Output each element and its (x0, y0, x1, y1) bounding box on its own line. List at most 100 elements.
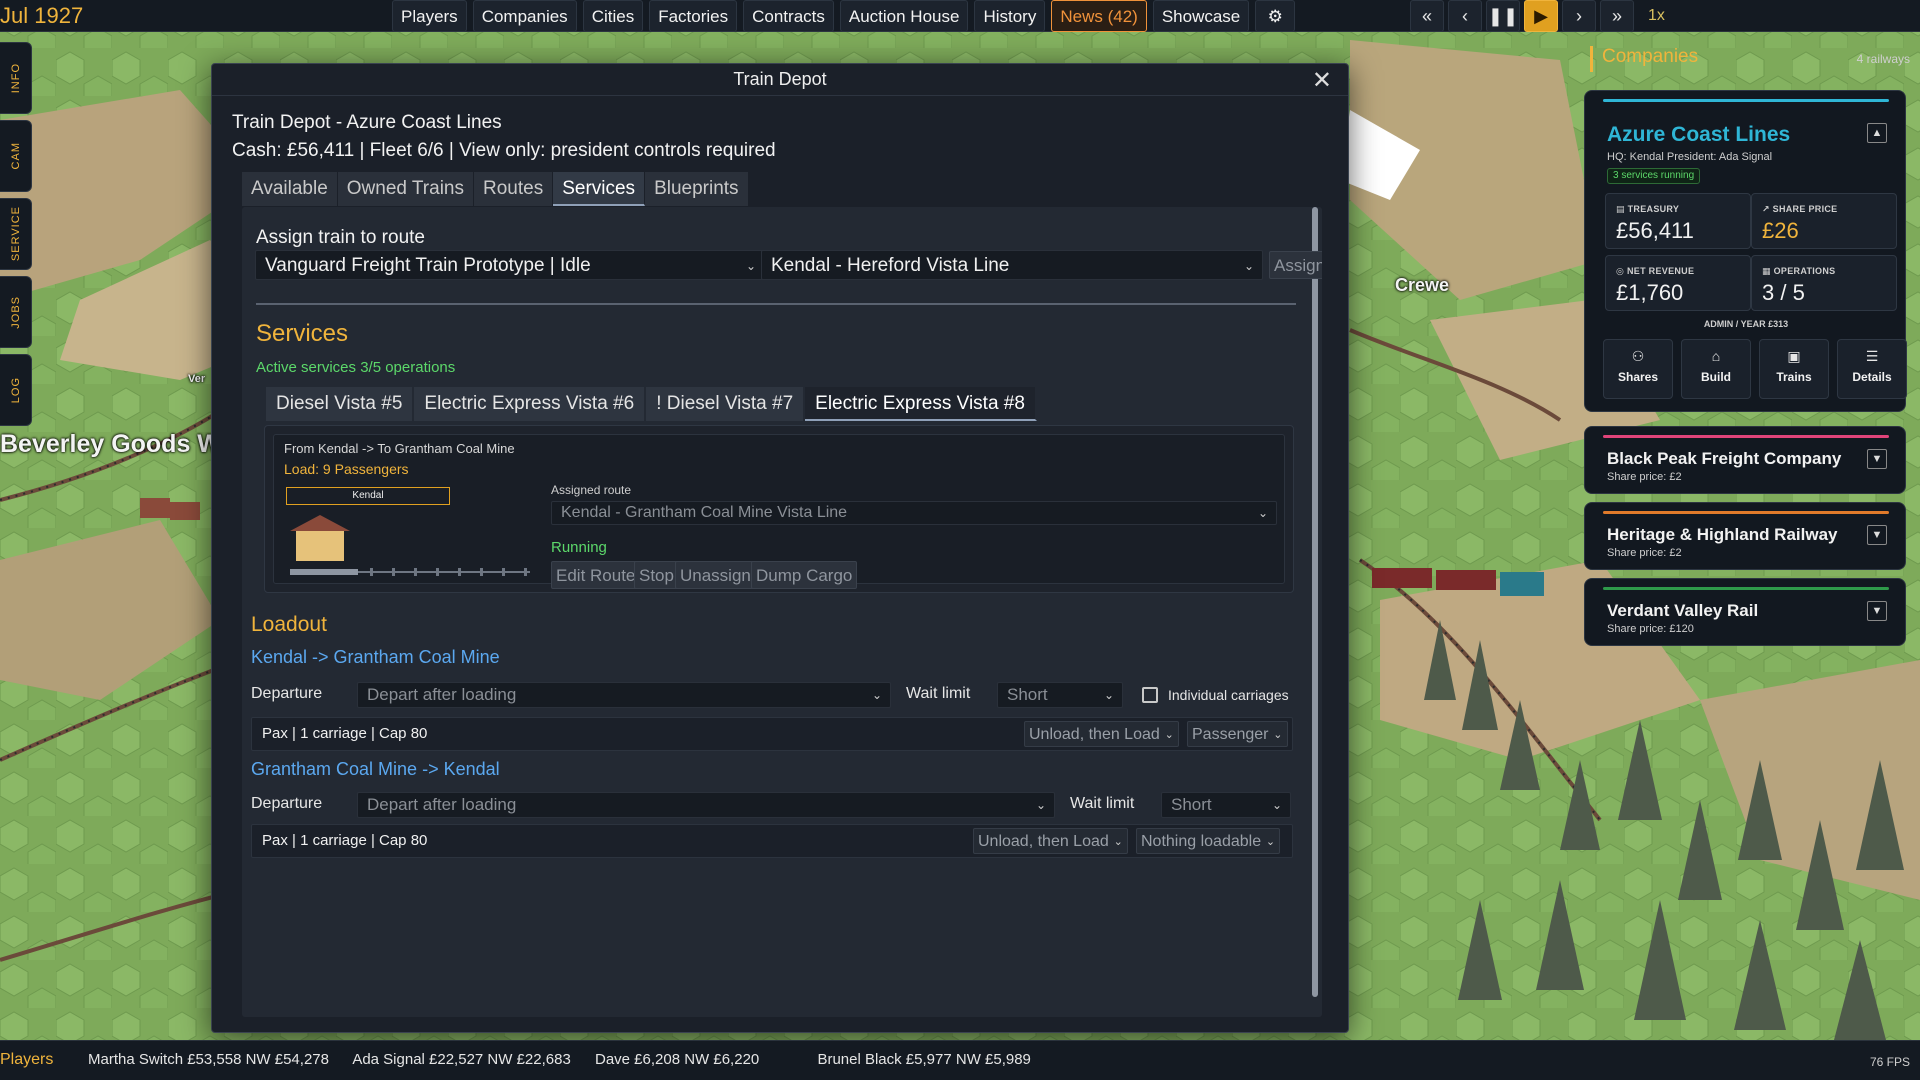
nav-factories-button[interactable]: Factories (649, 0, 738, 32)
tab-blueprints[interactable]: Blueprints (645, 172, 749, 206)
players-label[interactable]: Players (0, 1051, 53, 1069)
train-select[interactable]: Vanguard Freight Train Prototype | Idle … (255, 250, 765, 280)
stat-operations: ▦ OPERATIONS 3 / 5 (1751, 255, 1897, 311)
stat-label: ◎ NET REVENUE (1616, 266, 1695, 276)
map-city-label[interactable]: Ver (188, 373, 205, 385)
nav-history-button[interactable]: History (974, 0, 1046, 32)
side-tab-info[interactable]: INFO (0, 42, 32, 114)
service-tab[interactable]: Electric Express Vista #6 (414, 387, 647, 421)
cargo-type-select[interactable]: Nothing loadable ⌄ (1136, 828, 1281, 854)
side-tab-log[interactable]: LOG (0, 354, 32, 426)
nav-auction-house-button[interactable]: Auction House (839, 0, 969, 32)
load-action-select[interactable]: Unload, then Load ⌄ (973, 828, 1128, 854)
rewind-button[interactable]: ‹ (1448, 0, 1482, 32)
pause-icon: ❚❚ (1487, 5, 1519, 26)
stat-label: ▤ TREASURY (1616, 204, 1680, 214)
edit-route-button[interactable]: Edit Route (551, 561, 641, 589)
company-card[interactable]: Heritage & Highland Railway Share price:… (1584, 502, 1906, 570)
side-tab-jobs[interactable]: JOBS (0, 276, 32, 348)
dump-cargo-button[interactable]: Dump Cargo (751, 561, 858, 589)
side-tab-label: JOBS (9, 295, 22, 329)
window-titlebar[interactable]: Train Depot ✕ (212, 64, 1348, 96)
scrollbar[interactable] (1312, 207, 1318, 997)
train-select-value: Vanguard Freight Train Prototype | Idle (265, 255, 591, 276)
wait-limit-select[interactable]: Short ⌄ (1161, 792, 1291, 818)
depot-header: Train Depot - Azure Coast Lines Cash: £5… (232, 112, 776, 168)
service-tab-active[interactable]: Electric Express Vista #8 (805, 387, 1037, 421)
depot-tabs: Available Owned Trains Routes Services B… (242, 172, 749, 206)
company-card[interactable]: Verdant Valley Rail Share price: £120 ▼ (1584, 578, 1906, 646)
nav-companies-button[interactable]: Companies (472, 0, 577, 32)
chevron-up-icon: ▲ (1871, 127, 1883, 139)
company-name[interactable]: Azure Coast Lines (1607, 123, 1790, 147)
tab-services[interactable]: Services (553, 172, 646, 206)
map-city-label[interactable]: Crewe (1395, 275, 1449, 296)
departure-select[interactable]: Depart after loading ⌄ (357, 682, 891, 708)
map-city-label[interactable]: Beverley Goods Wo (0, 430, 236, 459)
scrollbar-thumb[interactable] (1312, 207, 1318, 997)
nav-contracts-button[interactable]: Contracts (743, 0, 834, 32)
forward-button[interactable]: › (1562, 0, 1596, 32)
pause-button[interactable]: ❚❚ (1486, 0, 1520, 32)
train-depot-window: Train Depot ✕ Train Depot - Azure Coast … (211, 63, 1349, 1033)
unassign-button[interactable]: Unassign (675, 561, 756, 589)
nav-news-button[interactable]: News (42) (1051, 0, 1147, 32)
settings-button[interactable]: ⚙ (1255, 0, 1296, 32)
departure-label: Departure (251, 795, 323, 812)
train-icon: ▣ (1787, 348, 1801, 364)
departure-select[interactable]: Depart after loading ⌄ (357, 792, 1055, 818)
tab-available[interactable]: Available (242, 172, 338, 206)
nav-cities-button[interactable]: Cities (582, 0, 644, 32)
nav-players-button[interactable]: Players (392, 0, 467, 32)
side-tab-label: CAM (9, 142, 22, 170)
expand-button[interactable]: ▼ (1867, 449, 1887, 469)
chevron-down-icon: ⌄ (1103, 688, 1114, 702)
operations-icon: ▦ (1762, 266, 1771, 276)
individual-carriages-checkbox[interactable] (1142, 687, 1158, 703)
player-entry[interactable]: Ada Signal £22,527 NW £22,683 (352, 1051, 571, 1068)
close-button[interactable]: ✕ (1312, 66, 1332, 95)
assign-heading: Assign train to route (256, 227, 425, 248)
company-share-price: Share price: £120 (1607, 623, 1694, 635)
side-tab-service[interactable]: SERVICE (0, 198, 32, 270)
expand-button[interactable]: ▼ (1867, 601, 1887, 621)
load-action-select[interactable]: Unload, then Load ⌄ (1024, 721, 1179, 747)
people-icon: ⚇ (1631, 348, 1645, 364)
player-entry[interactable]: Brunel Black £5,977 NW £5,989 (817, 1051, 1030, 1068)
bottom-bar: Players Martha Switch £53,558 NW £54,278… (0, 1040, 1920, 1080)
assigned-route-select[interactable]: Kendal - Grantham Coal Mine Vista Line ⌄ (551, 501, 1277, 525)
button-label: Shares (1617, 370, 1659, 384)
nav-showcase-button[interactable]: Showcase (1152, 0, 1250, 32)
speed-controls: « ‹ ❚❚ ▶ › » 1x (1410, 0, 1665, 32)
button-label: Details (1852, 370, 1892, 384)
details-button[interactable]: ☰ Details (1837, 339, 1907, 399)
side-tab-cam[interactable]: CAM (0, 120, 32, 192)
player-entry[interactable]: Dave £6,208 NW £6,220 (595, 1051, 759, 1068)
play-button[interactable]: ▶ (1524, 0, 1558, 32)
treasury-icon: ▤ (1616, 204, 1625, 214)
service-tab[interactable]: Diesel Vista #5 (266, 387, 415, 421)
collapse-button[interactable]: ▲ (1867, 123, 1887, 143)
tab-owned-trains[interactable]: Owned Trains (337, 172, 474, 206)
stop-button[interactable]: Stop (634, 561, 679, 589)
cargo-type-select[interactable]: Passenger ⌄ (1187, 721, 1288, 747)
forward-fast-button[interactable]: » (1600, 0, 1634, 32)
build-button[interactable]: ⌂ Build (1681, 339, 1751, 399)
trains-button[interactable]: ▣ Trains (1759, 339, 1829, 399)
chevron-down-icon: ▼ (1871, 453, 1883, 465)
route-select[interactable]: Kendal - Hereford Vista Line ⌄ (761, 250, 1263, 280)
gear-icon: ⚙ (1267, 7, 1283, 26)
active-services-text: Active services 3/5 operations (256, 359, 456, 376)
wait-limit-select[interactable]: Short ⌄ (997, 682, 1123, 708)
chevron-down-icon: ⌄ (1257, 506, 1268, 520)
assign-button[interactable]: Assign (1269, 251, 1322, 279)
service-tab[interactable]: ! Diesel Vista #7 (646, 387, 806, 421)
expand-button[interactable]: ▼ (1867, 525, 1887, 545)
company-color-line (1603, 587, 1889, 590)
shares-button[interactable]: ⚇ Shares (1603, 339, 1673, 399)
player-entry[interactable]: Martha Switch £53,558 NW £54,278 (88, 1051, 329, 1068)
tab-routes[interactable]: Routes (474, 172, 554, 206)
company-card[interactable]: Black Peak Freight Company Share price: … (1584, 426, 1906, 494)
station-label: Kendal (286, 487, 450, 505)
rewind-fast-button[interactable]: « (1410, 0, 1444, 32)
